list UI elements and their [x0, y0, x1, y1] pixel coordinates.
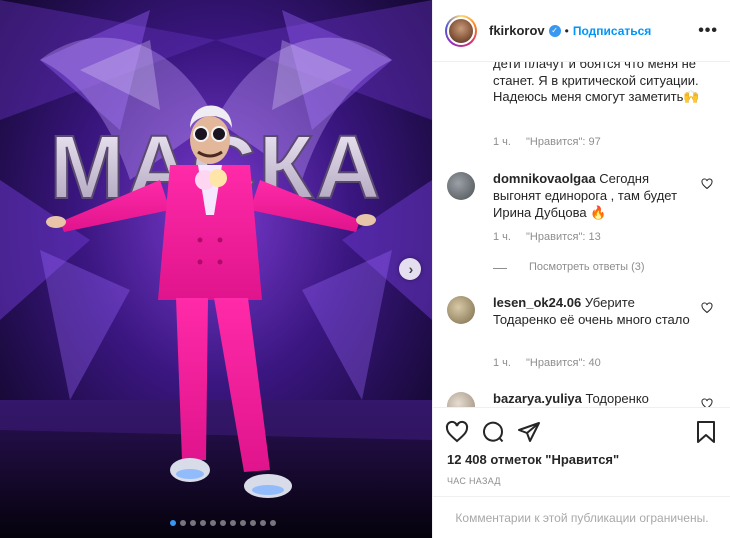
comment-username[interactable]: lesen_ok24.06 [493, 295, 581, 310]
comment-text: Тодоренко [585, 391, 649, 406]
replies-divider [493, 268, 507, 269]
avatar[interactable] [447, 172, 475, 200]
likes-count[interactable]: 12 408 отметок "Нравится" [447, 452, 619, 467]
carousel-dot [210, 520, 216, 526]
comment-meta: 1 ч. "Нравится": 13 [493, 231, 601, 243]
heart-icon[interactable] [701, 178, 713, 190]
avatar[interactable] [445, 14, 477, 47]
caption-likes[interactable]: "Нравится": 97 [526, 136, 601, 148]
chevron-right-icon: › [408, 261, 414, 277]
bookmark-icon[interactable] [695, 420, 717, 444]
comment-time: 1 ч. [493, 357, 511, 369]
carousel-dot [230, 520, 236, 526]
comment-username[interactable]: bazarya.yuliya [493, 391, 582, 406]
stage-illustration: МАСКА [0, 0, 432, 538]
verified-badge-icon: ✓ [548, 24, 561, 37]
carousel-dot [240, 520, 246, 526]
comment-username[interactable]: domnikovaolgaa [493, 171, 596, 186]
caption-text: дети плачут и боятся что меня не станет.… [493, 62, 700, 104]
post-side-panel: fkirkorov ✓ • Подписаться ••• дети плачу… [432, 0, 730, 538]
comments-list[interactable]: дети плачут и боятся что меня не станет.… [433, 62, 730, 408]
comment-likes[interactable]: "Нравится": 13 [526, 231, 601, 243]
next-image-button[interactable]: › [399, 258, 421, 280]
post-author-username[interactable]: fkirkorov [489, 23, 545, 38]
avatar[interactable] [447, 392, 475, 407]
share-icon[interactable] [517, 420, 541, 444]
comment-likes[interactable]: "Нравится": 40 [526, 357, 601, 369]
carousel-dot [170, 520, 176, 526]
post-header: fkirkorov ✓ • Подписаться ••• [433, 0, 730, 62]
carousel-dot [200, 520, 206, 526]
comment-time: 1 ч. [493, 231, 511, 243]
post-actions [433, 408, 730, 452]
carousel-dot [250, 520, 256, 526]
carousel-dot [260, 520, 266, 526]
follow-button[interactable]: Подписаться [573, 24, 651, 38]
comments-limited-notice: Комментарии к этой публикации ограничены… [433, 496, 730, 538]
carousel-dots [170, 520, 276, 526]
heart-icon[interactable] [445, 420, 469, 444]
view-replies-button[interactable]: Посмотреть ответы (3) [529, 261, 645, 273]
caption-meta: 1 ч. "Нравится": 97 [493, 136, 601, 148]
post-time[interactable]: ЧАС НАЗАД [447, 476, 501, 486]
heart-icon[interactable] [701, 302, 713, 314]
post-image[interactable]: МАСКА [0, 0, 432, 538]
comment-icon[interactable] [481, 420, 505, 444]
heart-icon[interactable] [701, 398, 713, 408]
carousel-dot [190, 520, 196, 526]
comment-meta: 1 ч. "Нравится": 40 [493, 357, 601, 369]
caption-time: 1 ч. [493, 136, 511, 148]
carousel-dot [270, 520, 276, 526]
carousel-dot [220, 520, 226, 526]
carousel-dot [180, 520, 186, 526]
header-separator: • [564, 23, 569, 38]
avatar[interactable] [447, 296, 475, 324]
more-options-icon[interactable]: ••• [698, 22, 718, 40]
